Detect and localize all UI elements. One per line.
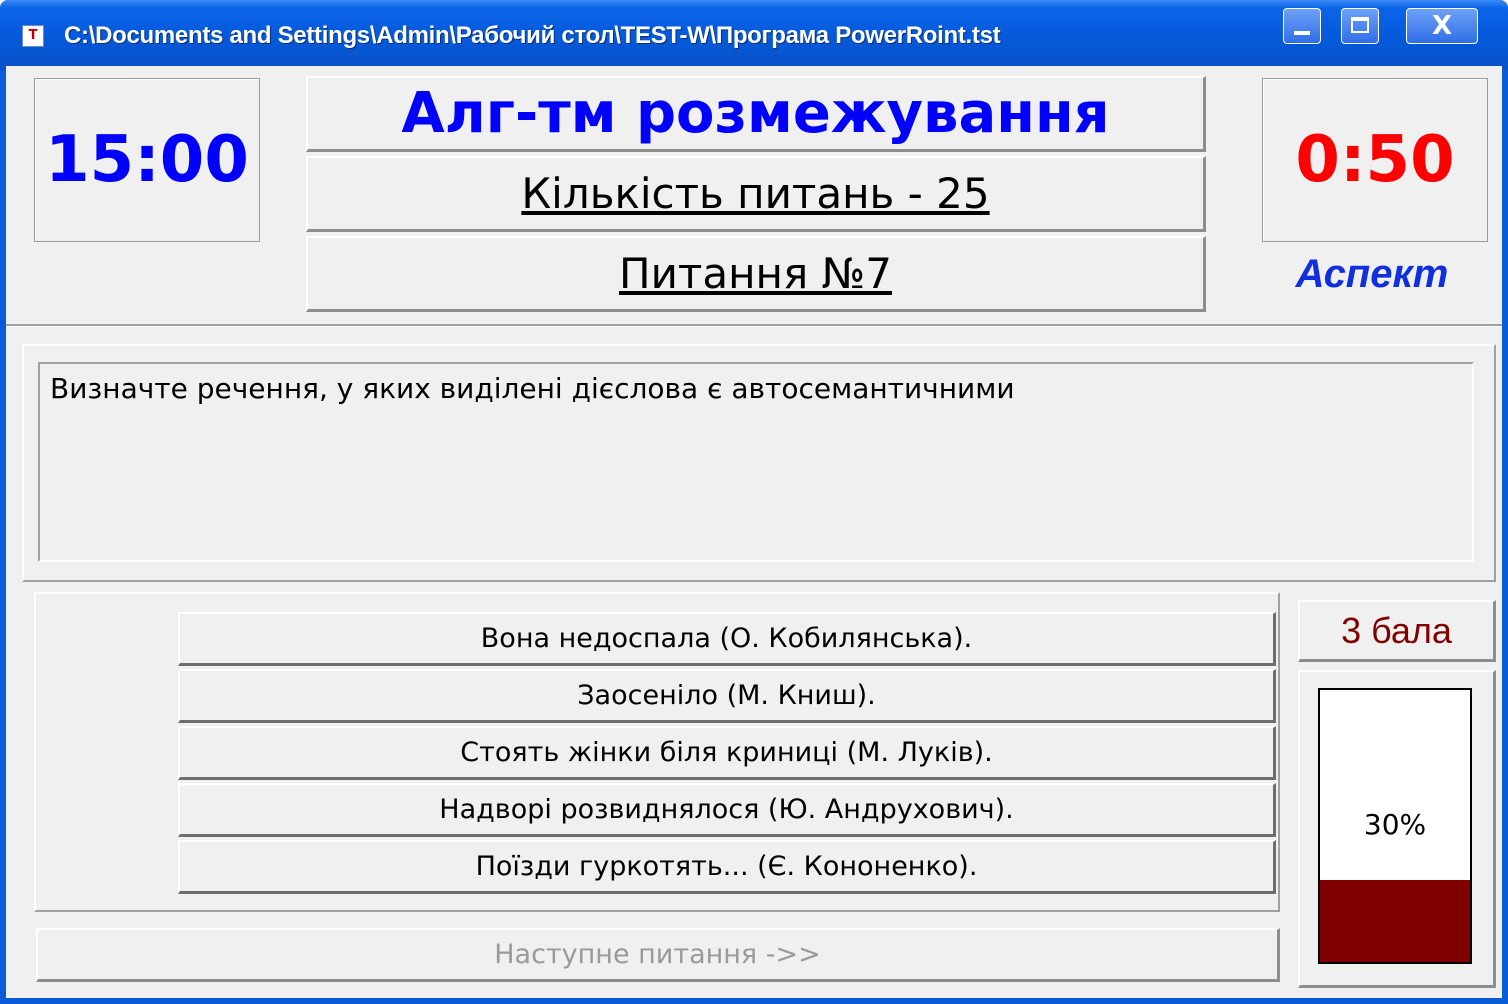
title-bar[interactable]: T C:\Documents and Settings\Admin\Рабочи…	[0, 0, 1508, 70]
client-area: 15:00 Алг-тм розмежування Кількість пита…	[6, 66, 1502, 998]
app-window: T C:\Documents and Settings\Admin\Рабочи…	[0, 0, 1508, 1004]
score-badge: 3 бала	[1298, 600, 1496, 662]
question-count: Кількість питань - 25	[521, 169, 990, 218]
test-panel: 15:00 Алг-тм розмежування Кількість пита…	[6, 66, 1502, 998]
question-timer: 0:50	[1262, 78, 1488, 242]
app-icon[interactable]: T	[22, 25, 44, 47]
progress-label: 30%	[1363, 808, 1427, 841]
answer-button[interactable]: Поїзди гуркотять... (Є. Кононенко).	[178, 840, 1276, 894]
topic-title: Алг-тм розмежування	[401, 81, 1110, 146]
question-box: Визначте речення, у яких виділені дієсло…	[38, 362, 1474, 562]
topic-panel: Алг-тм розмежування	[306, 76, 1206, 152]
answers-panel: Вона недоспала (О. Кобилянська). Заосені…	[34, 592, 1280, 912]
progress-gauge: 30%	[1318, 688, 1472, 964]
question-number-panel: Питання №7	[306, 236, 1206, 312]
minimize-icon	[1294, 31, 1310, 35]
progress-fill	[1320, 880, 1470, 962]
question-frame: Визначте речення, у яких виділені дієсло…	[22, 344, 1496, 582]
answer-button[interactable]: Стоять жінки біля криниці (М. Луків).	[178, 726, 1276, 780]
maximize-icon	[1351, 17, 1369, 33]
answer-button[interactable]: Вона недоспала (О. Кобилянська).	[178, 612, 1276, 666]
total-timer: 15:00	[34, 78, 260, 242]
answer-button[interactable]: Надворі розвиднялося (Ю. Андрухович).	[178, 783, 1276, 837]
mode-label: Аспект	[1295, 252, 1449, 296]
header-divider	[6, 324, 1502, 327]
progress-frame: 30%	[1298, 670, 1496, 988]
window-title: C:\Documents and Settings\Admin\Рабочий …	[64, 22, 1001, 49]
close-icon: X	[1431, 11, 1453, 41]
minimize-button[interactable]	[1283, 8, 1321, 44]
answer-button[interactable]: Заосеніло (М. Книш).	[178, 669, 1276, 723]
next-question-button[interactable]: Наступне питання ->>	[36, 928, 1280, 982]
question-text: Визначте речення, у яких виділені дієсло…	[50, 372, 1015, 405]
maximize-button[interactable]	[1341, 8, 1379, 44]
question-count-panel: Кількість питань - 25	[306, 156, 1206, 232]
question-number: Питання №7	[618, 249, 893, 298]
close-button[interactable]: X	[1406, 8, 1478, 44]
